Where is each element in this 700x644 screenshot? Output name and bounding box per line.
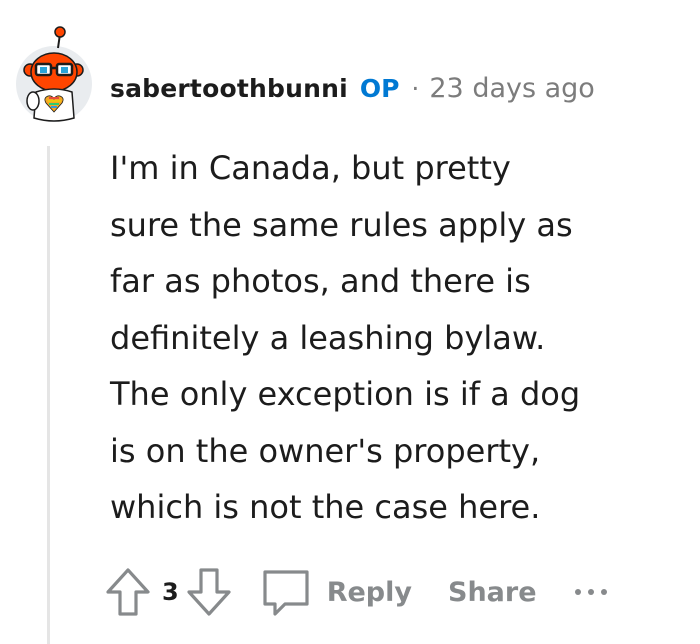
vote-score: 3	[162, 578, 179, 606]
share-button[interactable]: Share	[448, 577, 537, 608]
share-label: Share	[448, 576, 537, 608]
upvote-arrow-icon	[106, 568, 150, 616]
more-options-icon	[574, 589, 581, 595]
comment-header: sabertoothbunni OP · 23 days ago	[110, 68, 595, 108]
more-options-icon	[600, 589, 607, 595]
comment-timestamp[interactable]: 23 days ago	[429, 73, 594, 104]
op-badge: OP	[359, 73, 400, 103]
downvote-arrow-icon	[187, 568, 231, 616]
comment: sabertoothbunni OP · 23 days ago I'm in …	[0, 0, 700, 644]
reply-label: Reply	[326, 576, 412, 608]
thread-line[interactable]	[47, 146, 50, 644]
downvote-button[interactable]	[185, 566, 233, 618]
speech-bubble-icon	[263, 570, 309, 616]
comment-text: I'm in Canada, but pretty sure the same …	[110, 149, 581, 526]
upvote-button[interactable]	[104, 566, 152, 618]
comment-body: I'm in Canada, but pretty sure the same …	[110, 140, 670, 536]
reply-button[interactable]: Reply	[259, 566, 412, 618]
more-options-button[interactable]	[574, 577, 607, 607]
comment-actions: 3 Reply Share	[104, 560, 607, 624]
author-username[interactable]: sabertoothbunni	[110, 74, 348, 103]
meta-separator: ·	[411, 73, 420, 103]
snoo-avatar[interactable]	[14, 26, 94, 124]
more-options-icon	[587, 589, 594, 595]
